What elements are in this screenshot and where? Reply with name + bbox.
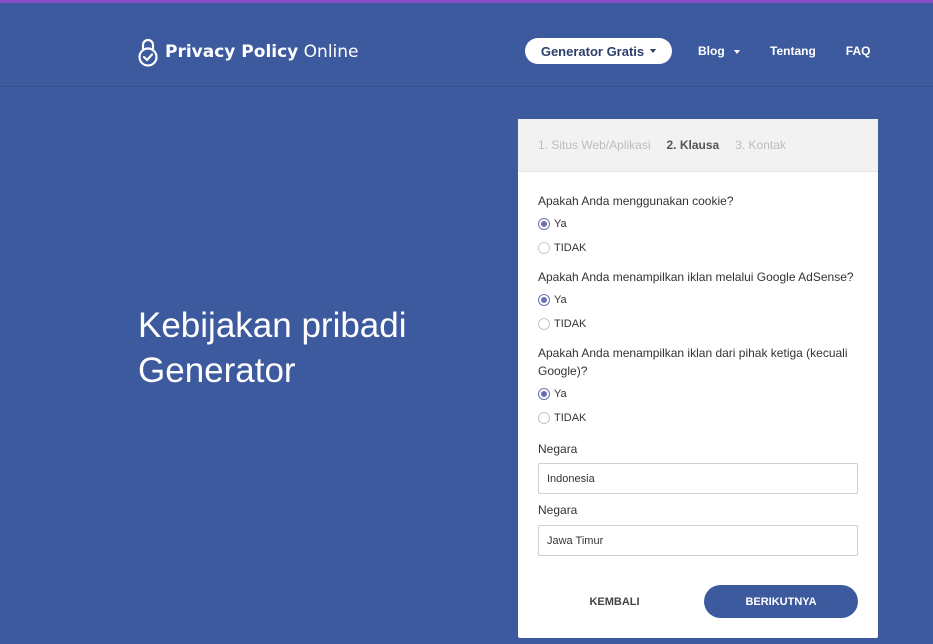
site-logo[interactable]: Privacy Policy Online	[137, 37, 359, 67]
caret-down-icon	[734, 49, 741, 54]
question-adsense: Apakah Anda menampilkan iklan melalui Go…	[538, 270, 854, 284]
nav-blog-label: Blog	[698, 44, 725, 58]
nav-tentang[interactable]: Tentang	[770, 44, 816, 58]
option-label: Ya	[554, 388, 567, 400]
option-cookie-no[interactable]: TIDAK	[538, 236, 858, 260]
main-nav: Generator Gratis Blog Tentang FAQ	[525, 38, 870, 64]
option-label: TIDAK	[554, 242, 587, 254]
logo-text: Privacy Policy Online	[165, 42, 359, 62]
clauses-form: Apakah Anda menggunakan cookie? Ya TIDAK…	[518, 192, 878, 556]
option-label: Ya	[554, 294, 567, 306]
radio-unchecked-icon[interactable]	[538, 318, 550, 330]
nav-blog[interactable]: Blog	[698, 44, 741, 58]
country-input[interactable]: Indonesia	[538, 463, 858, 494]
option-adsense-yes[interactable]: Ya	[538, 288, 858, 312]
logo-text-light: Online	[303, 42, 359, 62]
question-cookie: Apakah Anda menggunakan cookie?	[538, 194, 734, 208]
back-button[interactable]: KEMBALI	[538, 585, 691, 618]
radio-unchecked-icon[interactable]	[538, 412, 550, 424]
option-third-party-yes[interactable]: Ya	[538, 382, 858, 406]
step-2-active[interactable]: 2. Klausa	[667, 138, 720, 152]
radio-unchecked-icon[interactable]	[538, 242, 550, 254]
region-label: Negara	[538, 503, 578, 517]
logo-text-bold: Privacy Policy	[165, 42, 299, 62]
radio-checked-icon[interactable]	[538, 388, 550, 400]
step-3[interactable]: 3. Kontak	[735, 138, 786, 152]
option-label: TIDAK	[554, 318, 587, 330]
radio-checked-icon[interactable]	[538, 218, 550, 230]
country-label: Negara	[538, 442, 578, 456]
hero-title-line1: Kebijakan pribadi	[138, 306, 407, 345]
question-third-party-ads: Apakah Anda menampilkan iklan dari pihak…	[538, 346, 848, 378]
form-card: 1. Situs Web/Aplikasi 2. Klausa 3. Konta…	[518, 119, 878, 638]
option-label: Ya	[554, 218, 567, 230]
form-actions: KEMBALI BERIKUTNYA	[538, 585, 858, 618]
radio-checked-icon[interactable]	[538, 294, 550, 306]
nav-faq[interactable]: FAQ	[846, 44, 871, 58]
step-indicator: 1. Situs Web/Aplikasi 2. Klausa 3. Konta…	[518, 119, 878, 172]
lock-check-icon	[138, 38, 158, 67]
hero-title-line2: Generator	[138, 351, 296, 390]
caret-down-icon	[650, 49, 657, 53]
option-adsense-no[interactable]: TIDAK	[538, 312, 858, 336]
option-label: TIDAK	[554, 412, 587, 424]
generator-gratis-label: Generator Gratis	[540, 43, 645, 59]
option-cookie-yes[interactable]: Ya	[538, 212, 858, 236]
region-input[interactable]: Jawa Timur	[538, 525, 858, 556]
next-button[interactable]: BERIKUTNYA	[704, 585, 858, 618]
step-1[interactable]: 1. Situs Web/Aplikasi	[538, 138, 651, 152]
hero-title: Kebijakan pribadi Generator	[138, 303, 407, 393]
option-third-party-no[interactable]: TIDAK	[538, 406, 858, 430]
generator-gratis-button[interactable]: Generator Gratis	[525, 38, 672, 64]
site-header: Privacy Policy Online Generator Gratis B…	[0, 3, 933, 87]
